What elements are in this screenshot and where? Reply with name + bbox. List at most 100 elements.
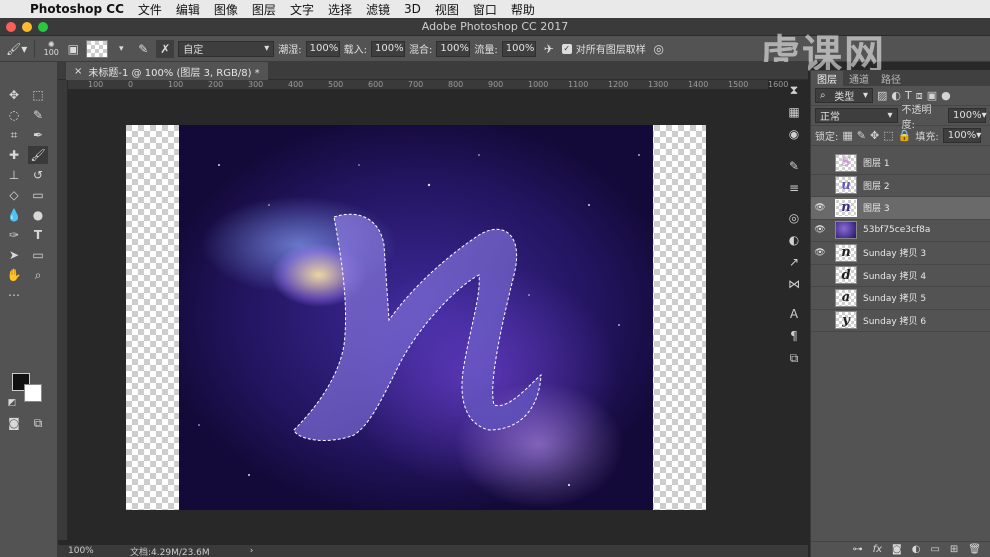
eye-icon[interactable]: 👁 [811,225,829,235]
canvas-area[interactable] [68,90,768,540]
document-canvas[interactable] [126,125,706,510]
menu-layer[interactable]: 图层 [252,1,276,18]
brush-panel-icon[interactable]: ✎ [786,158,802,174]
menu-filter[interactable]: 滤镜 [366,1,390,18]
crop-tool-icon[interactable]: ⌗ [4,126,24,144]
new-group-icon[interactable]: ▭ [930,544,939,555]
document-tab[interactable]: × 未标题-1 @ 100% (图层 3, RGB/8) * [66,62,268,80]
hand-tool-icon[interactable]: ✋ [4,266,24,284]
clone-stamp-tool-icon[interactable]: ⊥ [4,166,24,184]
delete-layer-icon[interactable]: 🗑 [968,544,981,555]
move-tool-icon[interactable]: ✥ [4,86,24,104]
eye-icon[interactable]: 👁 [811,248,829,258]
type-tool-icon[interactable]: T [28,226,48,244]
clean-brush-icon[interactable]: ✗ [156,39,175,58]
default-colors-icon[interactable]: ◩ [2,394,22,412]
pen-tool-icon[interactable]: ✑ [4,226,24,244]
fill-input[interactable]: 100% ▾ [942,128,981,143]
color-panel-icon[interactable]: ◉ [786,126,802,142]
close-icon[interactable]: × [74,66,82,77]
paragraph-panel-icon[interactable]: ¶ [786,328,802,344]
brush-preset-picker[interactable]: ✺ 100 [42,40,60,58]
load-input[interactable]: 100% [371,40,406,57]
lasso-tool-icon[interactable]: ◌ [4,106,24,124]
eraser-tool-icon[interactable]: ◇ [4,186,24,204]
swatches-panel-icon[interactable]: ▦ [786,104,802,120]
eye-icon[interactable]: 👁 [811,203,829,213]
adjustment-layer-icon[interactable]: ◐ [912,544,921,555]
lock-image-icon[interactable]: ✎ [857,129,866,142]
layer-row[interactable]: d Sunday 拷贝 4 [811,265,990,287]
brush-tool-icon[interactable]: 🖌 [28,146,48,164]
layer-row[interactable]: 👁 n Sunday 拷贝 3 [811,242,990,265]
fx-icon[interactable]: fx [873,544,882,555]
link-layers-icon[interactable]: ⊶ [853,544,863,555]
mixer-brush-tool-preset-icon[interactable]: 🖌▾ [6,40,27,58]
mix-input[interactable]: 100% [436,40,471,57]
background-color-swatch[interactable] [24,384,42,402]
lock-artboard-icon[interactable]: ⬚ [883,129,893,142]
status-menu-chevron-icon[interactable]: › [250,546,254,556]
adjustment-filter-icon[interactable]: ◐ [891,89,901,102]
tab-paths[interactable]: 路径 [875,71,907,86]
menu-file[interactable]: 文件 [138,1,162,18]
adjustments-panel-icon[interactable]: ≡ [786,180,802,196]
layer-row[interactable]: y Sunday 拷贝 6 [811,310,990,332]
menu-image[interactable]: 图像 [214,1,238,18]
menu-select[interactable]: 选择 [328,1,352,18]
blur-tool-icon[interactable]: 💧 [4,206,24,224]
menu-window[interactable]: 窗口 [473,1,497,18]
paths-panel-icon[interactable]: ↗ [786,254,802,270]
lock-position-icon[interactable]: ✥ [870,129,879,142]
app-menu[interactable]: Photoshop CC [30,2,124,16]
lock-all-icon[interactable]: 🔒 [898,129,912,142]
load-brush-icon[interactable]: ✎ [134,40,152,58]
zoom-level[interactable]: 100% [68,546,130,556]
filter-kind-select[interactable]: ⌕ 类型 ▾ [815,88,873,103]
navigator-panel-icon[interactable]: ◎ [786,210,802,226]
airbrush-icon[interactable]: ✈ [540,40,558,58]
layer-row[interactable]: u 图层 2 [811,175,990,197]
path-selection-tool-icon[interactable]: ➤ [4,246,24,264]
layer-row[interactable]: 👁 n 图层 3 [811,197,990,220]
add-mask-icon[interactable]: ◙ [892,544,902,555]
history-brush-tool-icon[interactable]: ↺ [28,166,48,184]
menu-view[interactable]: 视图 [435,1,459,18]
blend-preset-select[interactable]: 自定 ▾ [178,40,275,57]
lock-transparent-icon[interactable]: ▦ [842,129,852,142]
menu-edit[interactable]: 编辑 [176,1,200,18]
menu-help[interactable]: 帮助 [511,1,535,18]
layer-row[interactable]: S 图层 1 [811,152,990,175]
new-layer-icon[interactable]: ⊞ [950,544,958,555]
shapes-panel-icon[interactable]: ⋈ [786,276,802,292]
current-brush-load-swatch[interactable] [86,39,109,58]
pressure-icon[interactable]: ◎ [650,40,668,58]
edit-toolbar-icon[interactable]: ⋯ [4,286,24,304]
quick-select-tool-icon[interactable]: ✎ [28,106,48,124]
layer-row[interactable]: 👁 53bf75ce3cf8a [811,220,990,242]
quick-mask-icon[interactable]: ◙ [4,414,24,432]
rectangle-tool-icon[interactable]: ▭ [28,246,48,264]
dodge-tool-icon[interactable]: ● [28,206,48,224]
blend-mode-select[interactable]: 正常 ▾ [815,108,898,123]
flow-input[interactable]: 100% [501,40,536,57]
tab-channels[interactable]: 通道 [843,71,875,86]
menu-3d[interactable]: 3D [404,2,421,16]
properties-panel-icon[interactable]: ◐ [786,232,802,248]
glyphs-panel-icon[interactable]: ⧉ [786,350,802,366]
menu-type[interactable]: 文字 [290,1,314,18]
marquee-tool-icon[interactable]: ⬚ [28,86,48,104]
history-panel-icon[interactable]: ⧗ [786,82,802,98]
zoom-tool-icon[interactable]: ⌕ [28,266,48,284]
pixel-filter-icon[interactable]: ▨ [877,89,887,102]
opacity-input[interactable]: 100% ▾ [948,108,987,123]
chevron-down-icon[interactable]: ▾ [112,40,130,58]
brush-panel-icon[interactable]: ▣ [64,40,82,58]
wet-input[interactable]: 100% [305,40,340,57]
gradient-tool-icon[interactable]: ▭ [28,186,48,204]
character-panel-icon[interactable]: A [786,306,802,322]
layer-row[interactable]: a Sunday 拷贝 5 [811,287,990,310]
sample-all-layers-checkbox[interactable]: ✓ [561,43,572,54]
screen-mode-icon[interactable]: ⧉ [28,414,48,432]
healing-brush-tool-icon[interactable]: ✚ [4,146,24,164]
